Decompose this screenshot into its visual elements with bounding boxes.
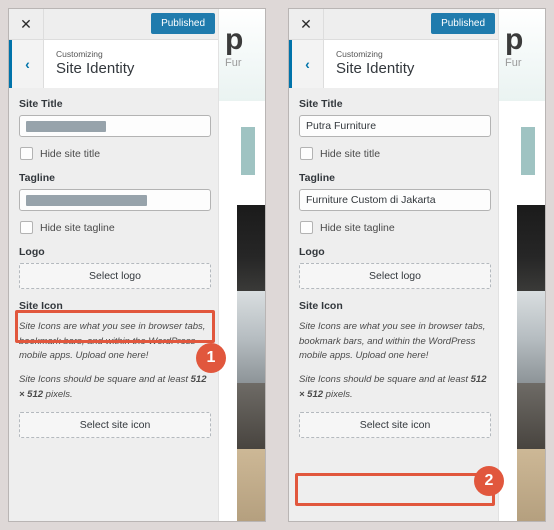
redaction-bar (26, 120, 107, 132)
customizer-panel-right: ✕ Published ‹ Customizing Site Identity … (288, 8, 546, 522)
preview-accent-bar (521, 127, 535, 175)
desc2-prefix: Site Icons should be square and at least (19, 374, 191, 386)
section-header: ‹ Customizing Site Identity (9, 40, 221, 89)
site-title-label: Site Title (19, 98, 63, 110)
hide-site-tagline-checkbox[interactable] (300, 221, 313, 234)
site-title-label: Site Title (299, 98, 343, 110)
redaction-bar (26, 194, 148, 206)
desc2-suffix: pixels. (43, 388, 73, 400)
site-preview-right[interactable]: p Fur (498, 9, 545, 521)
hide-site-title-label: Hide site title (320, 147, 381, 160)
page-title: Site Identity (336, 60, 415, 78)
customizer-topbar: ✕ Published (9, 9, 221, 40)
site-title-input[interactable]: Putra Furniture (299, 115, 491, 137)
hide-site-title-label: Hide site title (40, 147, 101, 160)
breadcrumb: Customizing (336, 49, 383, 60)
preview-accent-bar (241, 127, 255, 175)
site-icon-description-2: Site Icons should be square and at least… (19, 373, 211, 402)
tagline-input[interactable]: Furniture Custom di Jakarta (299, 189, 491, 211)
hide-site-tagline-checkbox[interactable] (20, 221, 33, 234)
logo-label: Logo (299, 246, 325, 258)
customizer-body: Site Title Hide site title Tagline Hide … (9, 88, 221, 521)
hide-site-title-row[interactable]: Hide site title (20, 147, 211, 160)
close-icon[interactable]: ✕ (9, 9, 44, 39)
preview-image-2 (517, 291, 545, 383)
published-button[interactable]: Published (431, 13, 495, 34)
select-site-icon-button[interactable]: Select site icon (299, 411, 491, 438)
tagline-input[interactable] (19, 189, 211, 211)
hide-site-tagline-label: Hide site tagline (40, 221, 115, 234)
hide-site-tagline-row[interactable]: Hide site tagline (20, 221, 211, 234)
select-site-icon-button[interactable]: Select site icon (19, 411, 211, 438)
section-header-text: Customizing Site Identity (44, 40, 134, 88)
customizer-topbar: ✕ Published (289, 9, 501, 40)
section-header: ‹ Customizing Site Identity (289, 40, 501, 89)
preview-image-4 (517, 449, 545, 521)
customizer-panel-left: ✕ Published ‹ Customizing Site Identity … (8, 8, 266, 522)
hide-site-title-checkbox[interactable] (20, 147, 33, 160)
select-logo-button[interactable]: Select logo (19, 263, 211, 289)
preview-image-1 (237, 205, 265, 291)
hide-site-tagline-row[interactable]: Hide site tagline (300, 221, 491, 234)
screenshot-stage: ✕ Published ‹ Customizing Site Identity … (0, 0, 554, 530)
customizer-column: ✕ Published ‹ Customizing Site Identity … (9, 9, 221, 521)
preview-tagline-text: Fur (225, 57, 242, 69)
preview-image-3 (237, 383, 265, 449)
hide-site-title-row[interactable]: Hide site title (300, 147, 491, 160)
site-icon-description-1: Site Icons are what you see in browser t… (19, 321, 206, 362)
preview-logo-text: p (225, 23, 243, 56)
chevron-left-icon[interactable]: ‹ (12, 40, 44, 88)
tagline-label: Tagline (299, 172, 335, 184)
preview-image-1 (517, 205, 545, 291)
site-preview-left[interactable]: p Fur (218, 9, 265, 521)
select-logo-button[interactable]: Select logo (299, 263, 491, 289)
preview-image-2 (237, 291, 265, 383)
page-title: Site Identity (56, 60, 135, 78)
customizer-column: ✕ Published ‹ Customizing Site Identity … (289, 9, 501, 521)
close-icon[interactable]: ✕ (289, 9, 324, 39)
site-title-input[interactable] (19, 115, 211, 137)
desc2-prefix: Site Icons should be square and at least (299, 374, 471, 386)
published-button[interactable]: Published (151, 13, 215, 34)
logo-label: Logo (19, 246, 45, 258)
site-icon-description-2: Site Icons should be square and at least… (299, 373, 491, 402)
site-icon-label: Site Icon (19, 300, 63, 312)
preview-tagline-text: Fur (505, 57, 522, 69)
section-header-text: Customizing Site Identity (324, 40, 414, 88)
tagline-label: Tagline (19, 172, 55, 184)
breadcrumb: Customizing (56, 49, 103, 60)
preview-image-4 (237, 449, 265, 521)
preview-logo-text: p (505, 23, 523, 56)
hide-site-title-checkbox[interactable] (300, 147, 313, 160)
hide-site-tagline-label: Hide site tagline (320, 221, 395, 234)
desc2-suffix: pixels. (323, 388, 353, 400)
customizer-body: Site Title Putra Furniture Hide site tit… (289, 88, 501, 521)
preview-image-3 (517, 383, 545, 449)
site-icon-description-1: Site Icons are what you see in browser t… (299, 321, 486, 362)
site-icon-label: Site Icon (299, 300, 343, 312)
chevron-left-icon[interactable]: ‹ (292, 40, 324, 88)
